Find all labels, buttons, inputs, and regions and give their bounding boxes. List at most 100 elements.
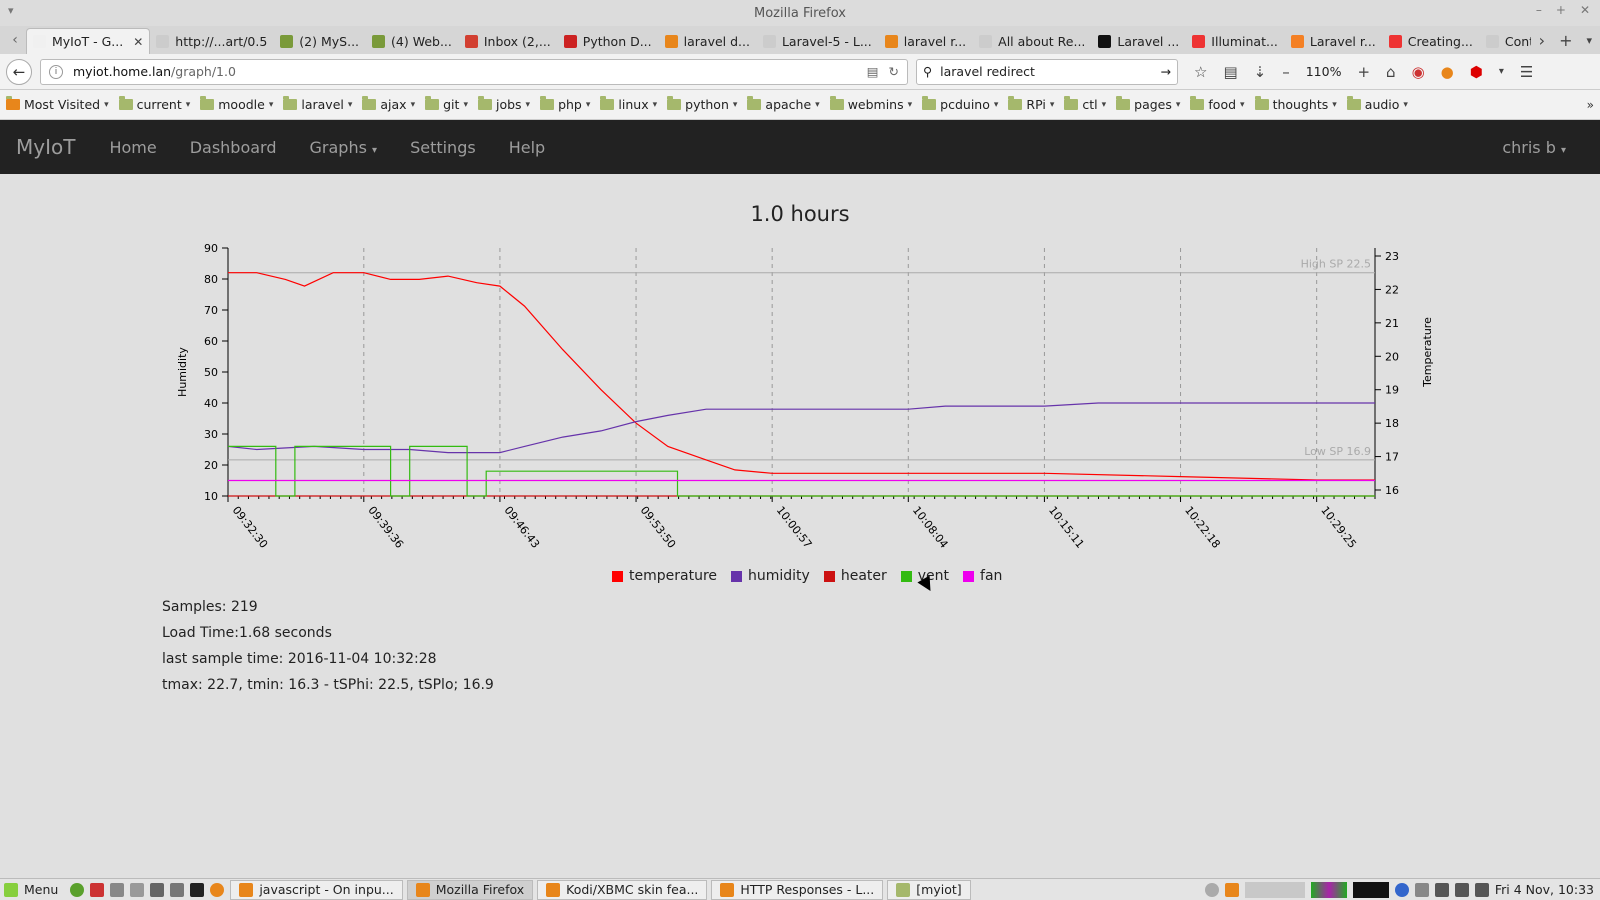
reload-icon[interactable]: ↻ (889, 64, 899, 79)
browser-tab[interactable]: Laravel ... (1092, 28, 1186, 54)
close-tab-icon[interactable]: ✕ (133, 35, 143, 49)
downloads-icon[interactable]: ⇣ (1254, 63, 1267, 81)
bookmark-folder[interactable]: laravel ▾ (283, 96, 352, 112)
firefox-launcher-icon[interactable] (210, 882, 225, 897)
url-text[interactable]: myiot.home.lan/graph/1.0 (73, 64, 857, 79)
browser-tab[interactable]: Inbox (2,... (459, 28, 558, 54)
browser-tab[interactable]: Illuminat... (1186, 28, 1285, 54)
folder-icon (118, 96, 133, 110)
bookmark-folder[interactable]: git ▾ (425, 96, 468, 112)
maximize-icon[interactable]: + (1556, 3, 1566, 17)
browser-tab[interactable]: Laravel-5 - L... (757, 28, 879, 54)
browser-tab[interactable]: Creating... (1383, 28, 1480, 54)
adblock-menu-icon[interactable]: ▾ (1499, 66, 1504, 77)
legend-item[interactable]: fan (963, 568, 1002, 584)
browser-tab[interactable]: Laravel r... (1285, 28, 1383, 54)
adblock-icon[interactable]: ⬢ (1470, 63, 1483, 81)
bookmark-folder[interactable]: apache ▾ (747, 96, 820, 112)
site-info-icon[interactable]: i (49, 64, 63, 79)
tray-app-icon[interactable] (1224, 882, 1239, 897)
launcher-icon[interactable] (90, 882, 105, 897)
bookmark-folder[interactable]: ajax ▾ (362, 96, 415, 112)
launcher-icon[interactable] (110, 882, 125, 897)
back-icon[interactable]: ← (6, 58, 32, 85)
bookmark-folder[interactable]: python ▾ (667, 96, 737, 112)
legend-item[interactable]: humidity (731, 568, 810, 584)
bookmark-folder[interactable]: RPi ▾ (1008, 96, 1054, 112)
bookmark-folder[interactable]: moodle ▾ (200, 96, 273, 112)
minimize-icon[interactable]: – (1536, 3, 1542, 17)
more-bookmarks-icon[interactable]: » (1587, 98, 1594, 112)
browser-tab[interactable]: Python D... (558, 28, 659, 54)
extension-icon[interactable]: ● (1441, 63, 1454, 81)
search-go-icon[interactable]: → (1161, 64, 1171, 79)
scroll-tabs-right-icon[interactable]: › (1539, 31, 1545, 50)
bookmark-folder[interactable]: webmins ▾ (829, 96, 912, 112)
bookmark-folder[interactable]: ctl ▾ (1064, 96, 1106, 112)
nav-dashboard[interactable]: Dashboard (190, 138, 277, 157)
start-menu-button[interactable]: Menu (4, 882, 64, 897)
bookmark-label: laravel (301, 97, 344, 112)
taskbar-window-button[interactable]: javascript - On inpu... (230, 879, 403, 900)
zoom-level[interactable]: 110% (1306, 64, 1342, 79)
browser-tab[interactable]: (2) MyS... (274, 28, 366, 54)
user-menu[interactable]: chris b ▾ (1502, 138, 1566, 157)
brand-logo[interactable]: MyIoT (16, 135, 75, 159)
taskbar-window-button[interactable]: [myiot] (887, 879, 971, 900)
clock[interactable]: Fri 4 Nov, 10:33 (1495, 882, 1594, 897)
new-tab-icon[interactable]: + (1559, 31, 1572, 50)
terminal-icon[interactable] (190, 882, 205, 897)
bookmark-folder[interactable]: php ▾ (540, 96, 590, 112)
pen-icon[interactable] (1434, 882, 1449, 897)
close-window-icon[interactable]: ✕ (1580, 3, 1590, 17)
reader-view-icon[interactable]: ▤ (867, 64, 879, 79)
zoom-out-icon[interactable]: – (1282, 63, 1290, 81)
window-menu-icon[interactable]: ▾ (8, 4, 14, 17)
bookmark-folder[interactable]: Most Visited ▾ (6, 96, 109, 112)
search-bar[interactable]: ⚲ laravel redirect → (916, 58, 1178, 85)
launcher-icon[interactable] (150, 882, 165, 897)
bookmark-folder[interactable]: thoughts ▾ (1254, 96, 1337, 112)
bookmark-folder[interactable]: food ▾ (1190, 96, 1245, 112)
pocket-icon[interactable]: ◉ (1412, 63, 1425, 81)
launcher-icon[interactable] (70, 882, 85, 897)
bookmarks-menu-icon[interactable]: ▤ (1223, 63, 1237, 81)
url-bar[interactable]: i myiot.home.lan/graph/1.0 ▤ ↻ (40, 58, 908, 85)
bookmark-folder[interactable]: audio ▾ (1346, 96, 1408, 112)
legend-item[interactable]: heater (823, 568, 887, 584)
browser-tab[interactable]: MyIoT - G... ✕ (26, 28, 151, 54)
network-icon[interactable] (1414, 882, 1429, 897)
bookmark-folder[interactable]: current ▾ (118, 96, 190, 112)
browser-tab[interactable]: (4) Web... (366, 28, 459, 54)
browser-tab[interactable]: http://...art/0.5 (150, 28, 274, 54)
launcher-icon[interactable] (130, 882, 145, 897)
bookmark-folder[interactable]: linux ▾ (600, 96, 657, 112)
taskbar-window-button[interactable]: Kodi/XBMC skin fea... (537, 879, 708, 900)
home-icon[interactable]: ⌂ (1386, 63, 1396, 81)
folder-icon (425, 96, 440, 110)
browser-tab[interactable]: All about Re... (973, 28, 1092, 54)
volume-icon[interactable] (1454, 882, 1469, 897)
nav-help[interactable]: Help (509, 138, 545, 157)
legend-item[interactable]: temperature (612, 568, 717, 584)
list-tabs-icon[interactable]: ▾ (1586, 34, 1592, 47)
search-input[interactable]: laravel redirect (940, 64, 1152, 79)
zoom-in-icon[interactable]: + (1357, 63, 1370, 81)
nav-graphs[interactable]: Graphs ▾ (310, 138, 378, 157)
nav-home[interactable]: Home (109, 138, 156, 157)
bookmark-folder[interactable]: pcduino ▾ (922, 96, 998, 112)
browser-tab[interactable]: laravel r... (879, 28, 973, 54)
battery-icon[interactable] (1474, 882, 1489, 897)
bookmark-folder[interactable]: jobs ▾ (477, 96, 530, 112)
nav-settings[interactable]: Settings (410, 138, 476, 157)
hamburger-menu-icon[interactable]: ☰ (1520, 63, 1533, 81)
settings-gear-icon[interactable] (1204, 882, 1219, 897)
shield-icon[interactable] (1394, 882, 1409, 897)
bookmark-folder[interactable]: pages ▾ (1116, 96, 1180, 112)
taskbar-window-button[interactable]: Mozilla Firefox (406, 879, 534, 900)
scroll-tabs-left-icon[interactable]: ‹ (4, 26, 26, 54)
show-desktop-icon[interactable] (170, 882, 185, 897)
taskbar-window-button[interactable]: HTTP Responses - L... (711, 879, 884, 900)
bookmark-star-icon[interactable]: ☆ (1194, 63, 1207, 81)
browser-tab[interactable]: laravel d... (659, 28, 757, 54)
